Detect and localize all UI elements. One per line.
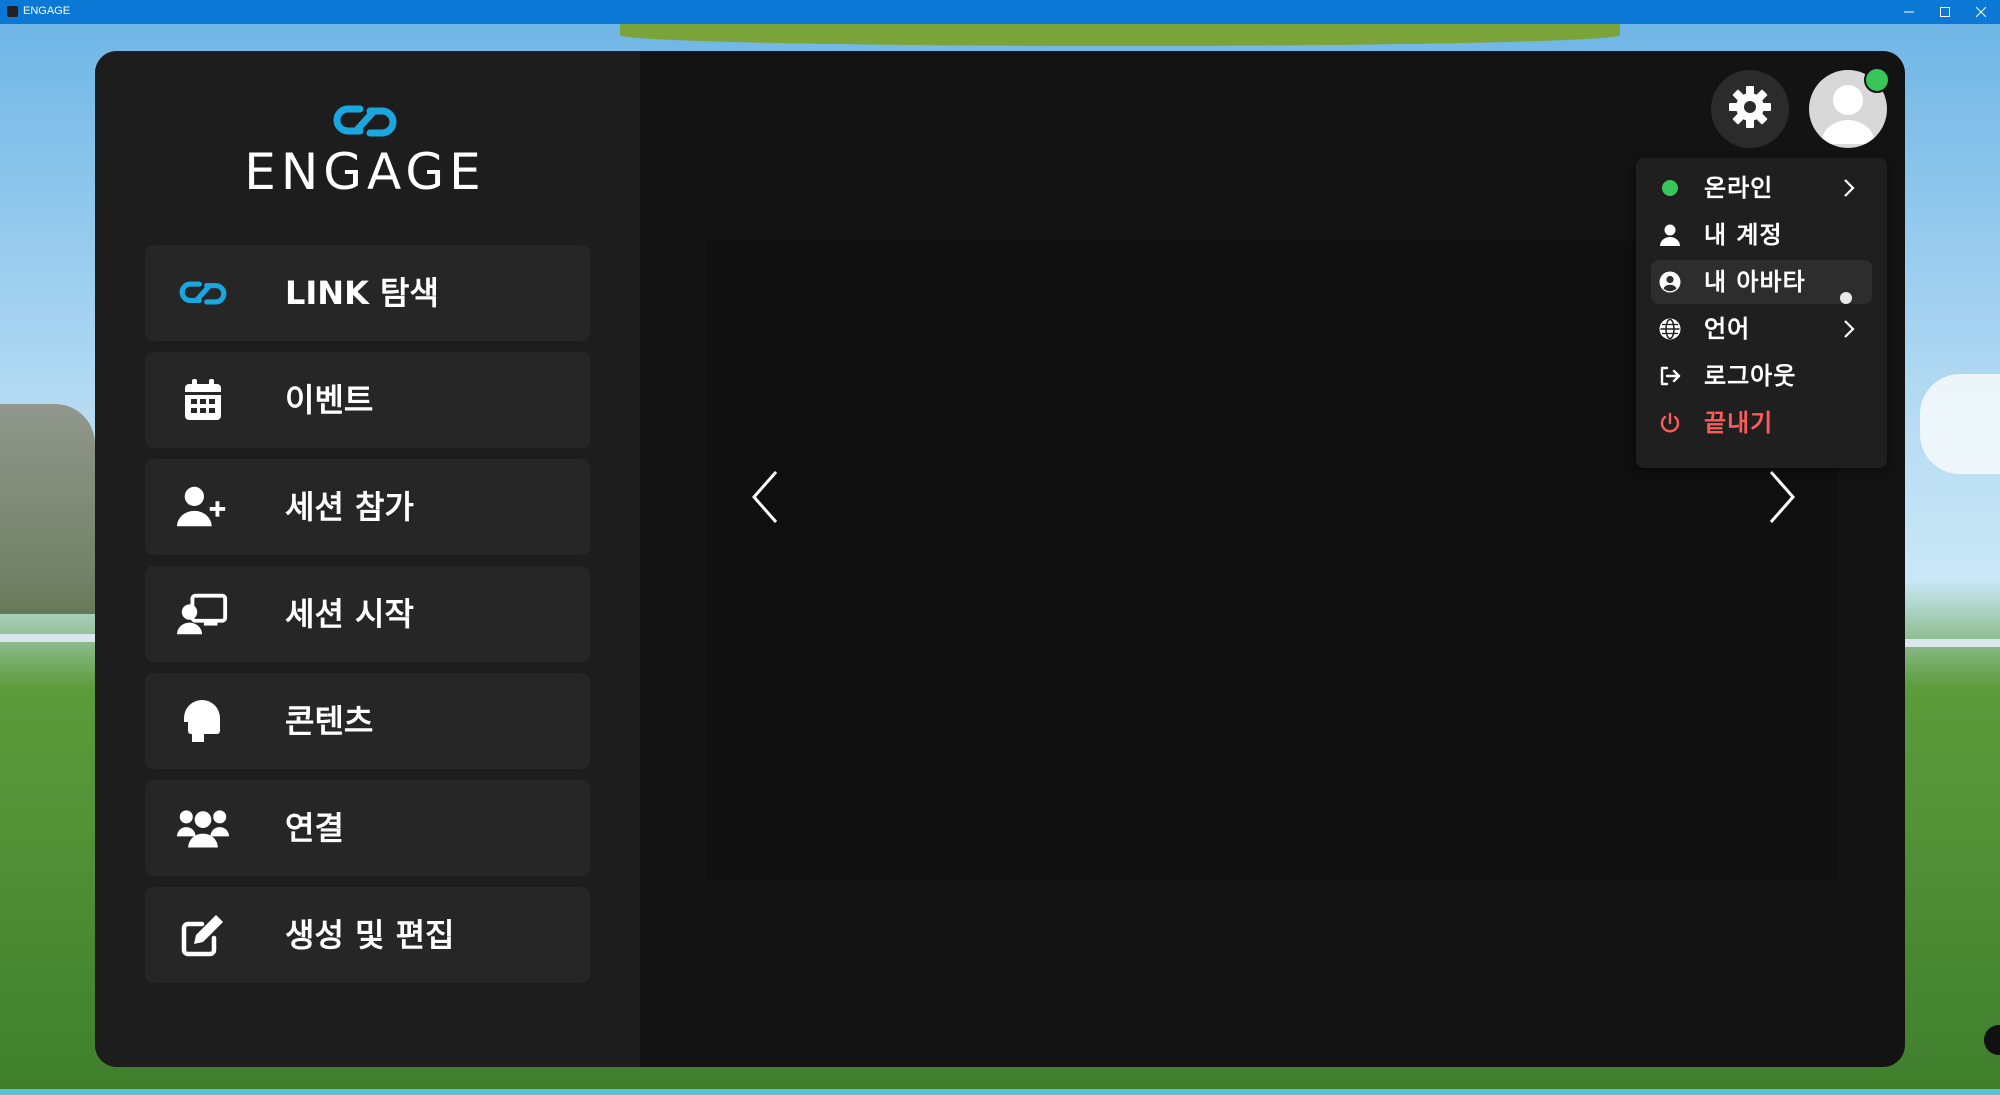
menu-item-label: 끝내기 — [1704, 409, 1774, 437]
menu-item-logout[interactable]: 로그아웃 — [1651, 354, 1872, 398]
sidebar-item-link-explore[interactable]: LINK 탐색 — [145, 245, 590, 341]
menu-item-my-avatar[interactable]: 내 아바타 — [1651, 260, 1872, 304]
edit-icon — [177, 909, 229, 961]
user-icon — [1659, 224, 1681, 246]
gear-icon — [1728, 85, 1772, 133]
user-circle-icon — [1659, 271, 1681, 293]
mouse-cursor — [1840, 292, 1852, 304]
sidebar: ENGAGE LINK 탐색 이벤트 세션 참가 세션 시작 콘텐츠 연결 생성… — [95, 51, 640, 1067]
sidebar-item-label: 콘텐츠 — [285, 702, 374, 740]
link-icon — [177, 267, 229, 319]
user-dropdown-menu: 온라인 내 계정 내 아바타 언어 로그아웃 끝내기 — [1636, 158, 1887, 468]
user-plus-icon — [177, 481, 229, 533]
window-title: ENGAGE — [23, 5, 71, 17]
sidebar-item-content[interactable]: 콘텐츠 — [145, 673, 590, 769]
menu-item-quit[interactable]: 끝내기 — [1651, 401, 1872, 445]
sidebar-item-label: 연결 — [285, 809, 344, 847]
sidebar-item-label: 이벤트 — [285, 381, 374, 419]
close-button[interactable] — [1964, 0, 1998, 24]
sidebar-item-label: LINK 탐색 — [285, 274, 439, 312]
engage-logo: ENGAGE — [235, 101, 495, 201]
sidebar-item-connections[interactable]: 연결 — [145, 780, 590, 876]
sidebar-item-join-session[interactable]: 세션 참가 — [145, 459, 590, 555]
carousel-next-button[interactable] — [1762, 469, 1802, 529]
maximize-button[interactable] — [1928, 0, 1962, 24]
menu-item-online-status[interactable]: 온라인 — [1651, 166, 1872, 210]
online-dot-icon — [1659, 177, 1681, 199]
menu-item-language[interactable]: 언어 — [1651, 307, 1872, 351]
menu-item-my-account[interactable]: 내 계정 — [1651, 213, 1872, 257]
logout-icon — [1659, 365, 1681, 387]
logo-text: ENGAGE — [244, 143, 486, 201]
presenter-icon — [177, 588, 229, 640]
minimize-button[interactable] — [1892, 0, 1926, 24]
menu-item-label: 내 계정 — [1704, 221, 1783, 249]
sidebar-item-label: 생성 및 편집 — [285, 916, 455, 954]
carousel-prev-button[interactable] — [745, 469, 785, 529]
sidebar-menu: LINK 탐색 이벤트 세션 참가 세션 시작 콘텐츠 연결 생성 및 편집 — [145, 245, 590, 994]
app-icon — [7, 6, 18, 17]
menu-item-label: 내 아바타 — [1704, 268, 1806, 296]
globe-icon — [1659, 318, 1681, 340]
menu-item-label: 로그아웃 — [1704, 362, 1797, 390]
chevron-left-icon — [750, 470, 780, 528]
chevron-right-icon — [1843, 319, 1855, 343]
sidebar-item-label: 세션 참가 — [285, 488, 414, 526]
sidebar-item-create-edit[interactable]: 생성 및 편집 — [145, 887, 590, 983]
chevron-right-icon — [1767, 470, 1797, 528]
online-status-indicator — [1864, 67, 1890, 93]
sidebar-item-label: 세션 시작 — [285, 595, 414, 633]
chevron-right-icon — [1843, 178, 1855, 202]
sidebar-item-start-session[interactable]: 세션 시작 — [145, 566, 590, 662]
menu-item-label: 언어 — [1704, 315, 1751, 343]
calendar-icon — [177, 374, 229, 426]
window-titlebar: ENGAGE — [0, 0, 2000, 24]
menu-item-label: 온라인 — [1704, 174, 1774, 202]
main-panel: ENGAGE LINK 탐색 이벤트 세션 참가 세션 시작 콘텐츠 연결 생성… — [95, 51, 1905, 1067]
vr-headset-icon — [177, 695, 229, 747]
link-logo-icon — [333, 105, 397, 137]
power-icon — [1659, 412, 1681, 434]
settings-button[interactable] — [1711, 70, 1789, 148]
users-icon — [177, 802, 229, 854]
sidebar-item-events[interactable]: 이벤트 — [145, 352, 590, 448]
